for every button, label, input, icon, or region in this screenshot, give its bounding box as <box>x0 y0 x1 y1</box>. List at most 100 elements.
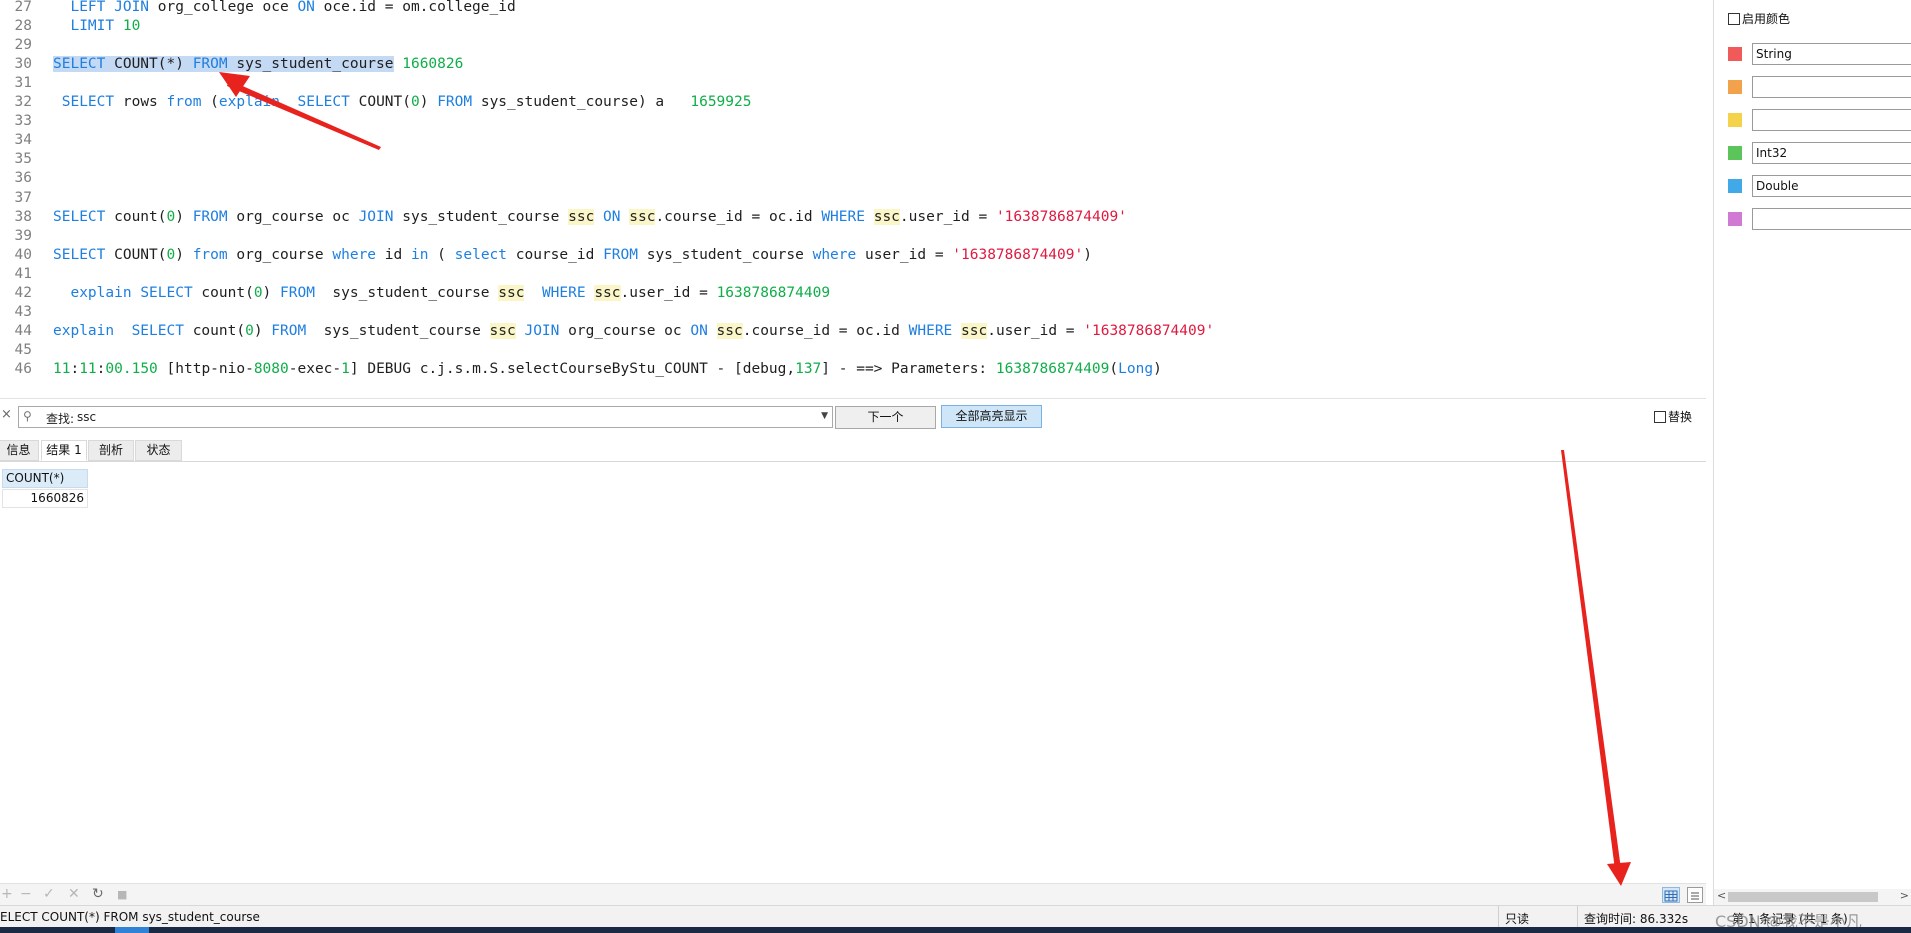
code-token: from <box>166 94 202 111</box>
table-cell[interactable]: 1660826 <box>2 489 88 508</box>
enable-color-toggle[interactable]: 启用颜色 <box>1728 10 1790 27</box>
code-line[interactable]: 29 <box>0 36 1690 55</box>
scrollbar-thumb[interactable] <box>1728 892 1878 902</box>
line-code[interactable]: SELECT rows from (explain SELECT COUNT(0… <box>53 93 752 112</box>
code-line[interactable]: 37 <box>0 189 1690 208</box>
code-token: sys_student_course <box>393 208 569 225</box>
code-line[interactable]: 39 <box>0 227 1690 246</box>
grid-view-icon[interactable] <box>1662 887 1680 903</box>
line-number: 28 <box>14 18 32 35</box>
code-line[interactable]: 35 <box>0 150 1690 169</box>
code-line[interactable]: 27 LEFT JOIN org_college oce ON oce.id =… <box>0 0 1690 17</box>
color-swatch[interactable] <box>1728 113 1742 127</box>
code-token: SELECT <box>61 94 115 111</box>
line-number: 45 <box>14 341 32 358</box>
code-token: ) <box>1153 360 1162 377</box>
tab-info[interactable]: 信息 <box>0 440 39 461</box>
replace-toggle[interactable]: 替换 <box>1654 408 1692 425</box>
code-line[interactable]: 41 <box>0 265 1690 284</box>
chevron-down-icon[interactable]: ▼ <box>821 411 828 421</box>
code-line[interactable]: 36 <box>0 169 1690 188</box>
line-code[interactable]: explain SELECT count(0) FROM sys_student… <box>53 284 830 303</box>
code-token: 10 <box>122 18 141 35</box>
scroll-left-icon[interactable]: < <box>1717 889 1726 902</box>
color-swatch[interactable] <box>1728 80 1742 94</box>
code-token: SELECT <box>53 56 106 73</box>
type-input-yellow[interactable] <box>1752 109 1911 131</box>
sql-editor[interactable]: 27 LEFT JOIN org_college oce ON oce.id =… <box>0 0 1690 393</box>
code-token: ssc <box>961 322 988 339</box>
tab-status[interactable]: 状态 <box>135 440 182 461</box>
line-code[interactable]: SELECT count(0) FROM org_course oc JOIN … <box>53 208 1127 227</box>
code-line[interactable]: 38 SELECT count(0) FROM org_course oc JOI… <box>0 208 1690 227</box>
code-line[interactable]: 34 <box>0 131 1690 150</box>
code-line[interactable]: 31 <box>0 74 1690 93</box>
code-token: 8080 <box>253 360 289 377</box>
code-token: 1638786874409 <box>716 284 831 301</box>
code-line[interactable]: 46 11:11:00.150 [http-nio-8080-exec-1] DE… <box>0 360 1690 379</box>
line-code[interactable]: LIMIT 10 <box>53 17 140 36</box>
type-input-string[interactable]: String <box>1752 43 1911 65</box>
color-swatch[interactable] <box>1728 47 1742 61</box>
discard-icon[interactable]: ✕ <box>68 886 80 902</box>
code-line[interactable]: 44 explain SELECT count(0) FROM sys_stude… <box>0 322 1690 341</box>
code-token: [http-nio- <box>157 360 254 377</box>
code-token: 0 <box>410 94 420 111</box>
code-token: FROM <box>603 246 638 263</box>
stop-icon[interactable]: ■ <box>117 888 127 901</box>
column-header-count[interactable]: COUNT(*) <box>2 469 88 488</box>
color-row-double: Double <box>1728 175 1911 197</box>
code-token: FROM <box>280 284 315 301</box>
line-number: 34 <box>14 132 32 149</box>
color-swatch[interactable] <box>1728 212 1742 226</box>
code-token: COUNT( <box>349 94 411 111</box>
find-value[interactable]: ssc <box>77 410 96 424</box>
line-number: 42 <box>14 284 32 301</box>
close-icon[interactable]: × <box>1 407 12 422</box>
type-input-purple[interactable] <box>1752 208 1911 230</box>
find-input[interactable]: ⚲ 查找: ssc ▼ <box>18 406 833 428</box>
find-next-button[interactable]: 下一个 <box>835 406 936 429</box>
code-token: ] DEBUG c.j.s.m.S.selectCourseByStu_COUN… <box>349 360 796 377</box>
status-query-time: 查询时间: 86.332s <box>1584 912 1689 926</box>
remove-icon[interactable]: − <box>20 886 32 902</box>
tab-profile[interactable]: 剖析 <box>88 440 134 461</box>
color-swatch[interactable] <box>1728 146 1742 160</box>
enable-color-checkbox[interactable] <box>1728 13 1740 25</box>
color-swatch[interactable] <box>1728 179 1742 193</box>
line-code[interactable]: SELECT COUNT(*) FROM sys_student_course … <box>53 55 463 74</box>
code-line[interactable]: 33 <box>0 112 1690 131</box>
line-code[interactable]: explain SELECT count(0) FROM sys_student… <box>53 322 1214 341</box>
line-number: 39 <box>14 227 32 244</box>
apply-icon[interactable]: ✓ <box>43 886 55 902</box>
code-line[interactable]: 28 LIMIT 10 <box>0 17 1690 36</box>
line-code[interactable]: 11:11:00.150 [http-nio-8080-exec-1] DEBU… <box>53 360 1162 379</box>
code-token: course_id <box>507 246 604 263</box>
line-code[interactable]: SELECT COUNT(0) from org_course where id… <box>53 246 1092 265</box>
type-input-double[interactable]: Double <box>1752 175 1911 197</box>
code-line[interactable]: 30 SELECT COUNT(*) FROM sys_student_cours… <box>0 55 1690 74</box>
code-line[interactable]: 45 <box>0 341 1690 360</box>
form-view-icon[interactable] <box>1687 887 1703 903</box>
code-token: ON <box>603 208 621 225</box>
panel-horizontal-scrollbar[interactable]: < > <box>1714 889 1911 905</box>
code-line[interactable]: 40 SELECT COUNT(0) from org_course where … <box>0 246 1690 265</box>
code-line[interactable]: 43 <box>0 303 1690 322</box>
code-line[interactable]: 42 explain SELECT count(0) FROM sys_stud… <box>0 284 1690 303</box>
refresh-icon[interactable]: ↻ <box>92 886 104 902</box>
code-token: sys_student_course) a <box>472 94 691 111</box>
replace-checkbox[interactable] <box>1654 411 1666 423</box>
type-input-int32[interactable]: Int32 <box>1752 142 1911 164</box>
line-code[interactable]: LEFT JOIN org_college oce ON oce.id = om… <box>53 0 515 17</box>
code-token: sys_student_course <box>227 56 394 73</box>
tab-result-1[interactable]: 结果 1 <box>41 440 87 461</box>
code-token: 137 <box>795 360 822 377</box>
highlight-all-button[interactable]: 全部高亮显示 <box>941 405 1042 428</box>
taskbar-active-item[interactable] <box>115 927 149 933</box>
scroll-right-icon[interactable]: > <box>1900 889 1909 902</box>
add-icon[interactable]: + <box>1 886 13 902</box>
type-input-orange[interactable] <box>1752 76 1911 98</box>
code-line[interactable]: 32 SELECT rows from (explain SELECT COUN… <box>0 93 1690 112</box>
